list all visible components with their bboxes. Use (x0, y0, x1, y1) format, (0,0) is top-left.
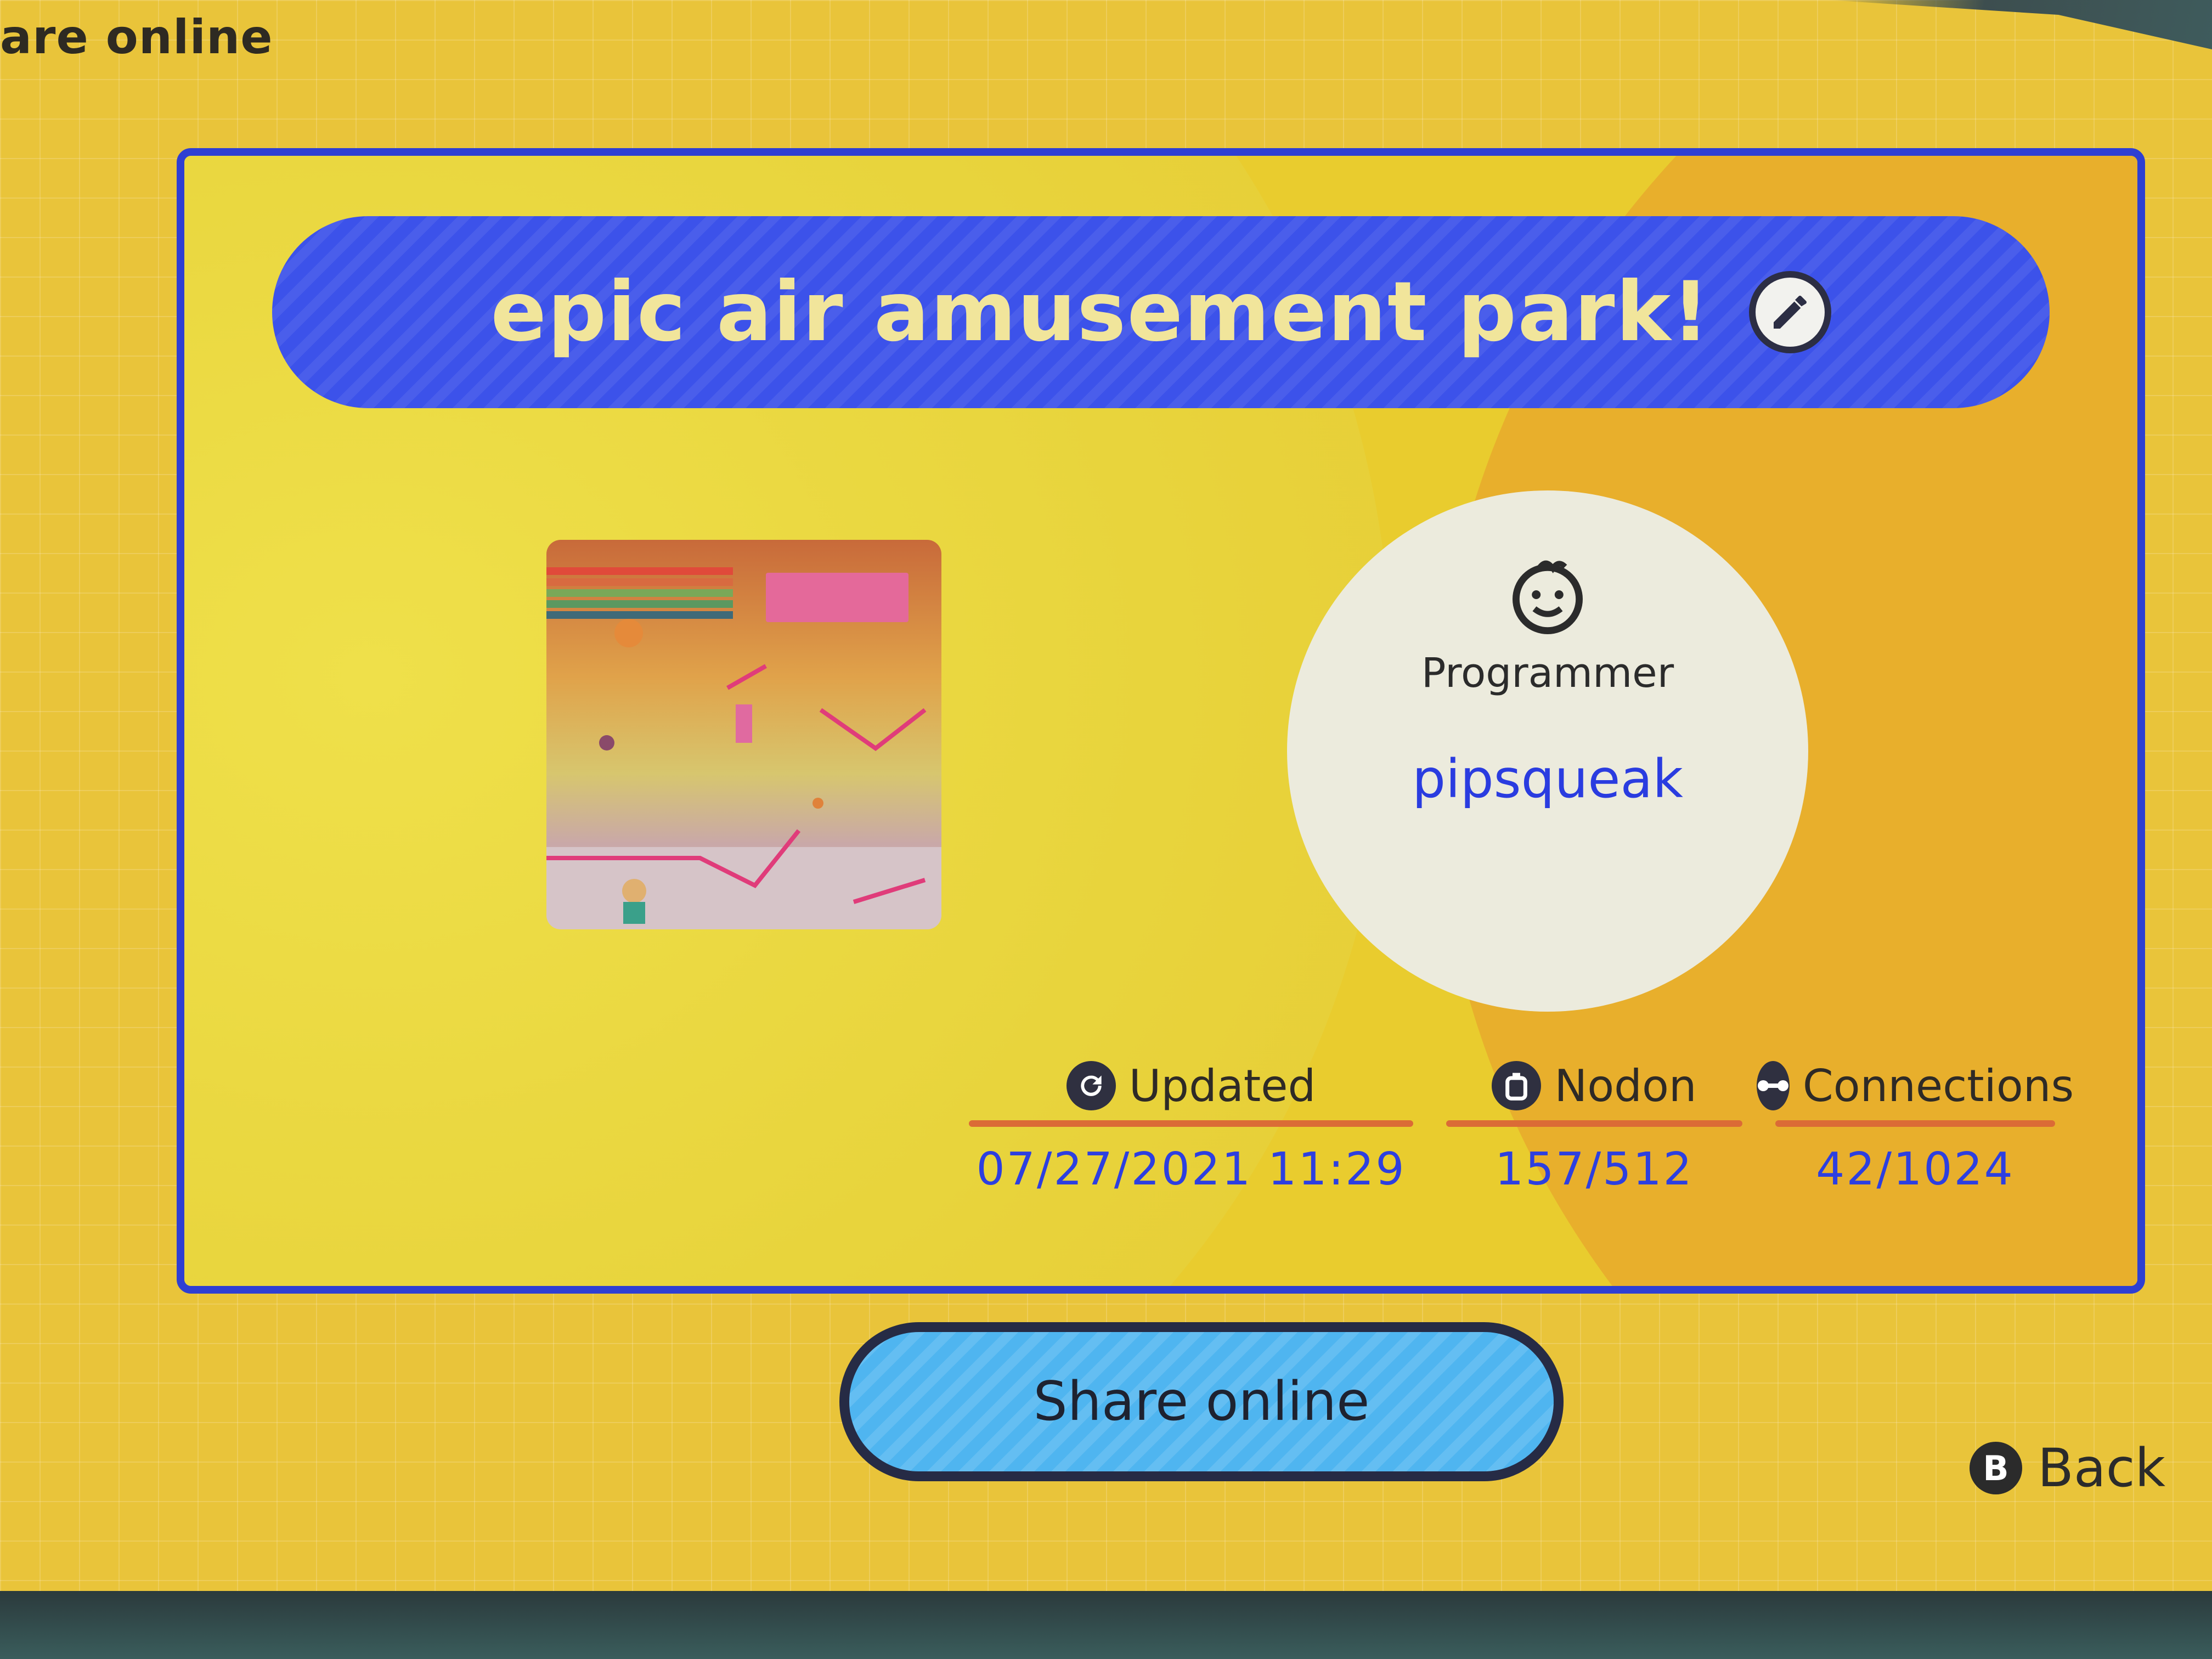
program-thumbnail (546, 540, 941, 929)
stat-connections: Connections 42/1024 (1756, 1056, 2074, 1195)
connection-icon (1756, 1061, 1790, 1110)
back-button[interactable]: B Back (1970, 1437, 2165, 1499)
stat-value: 07/27/2021 11:29 (976, 1143, 1406, 1195)
thumbnail-scene (546, 619, 927, 924)
share-online-button[interactable]: Share online (839, 1322, 1564, 1481)
back-label: Back (2038, 1437, 2166, 1499)
stat-updated: Updated 07/27/2021 11:29 (969, 1056, 1413, 1195)
nodon-icon (1492, 1061, 1542, 1110)
stat-divider (1446, 1120, 1742, 1127)
pencil-icon (1773, 296, 1807, 329)
stat-divider (969, 1120, 1413, 1127)
page-title: are online (0, 10, 273, 65)
stat-value: 42/1024 (1816, 1143, 2015, 1195)
device-bezel-bottom (0, 1591, 2212, 1659)
b-button-icon: B (1970, 1442, 2022, 1494)
stat-label: Updated (1128, 1060, 1316, 1111)
device-bezel (1828, 0, 2212, 49)
stat-label: Nodon (1554, 1060, 1697, 1111)
screen: are online epic air amusement park! Prog… (0, 0, 2212, 1591)
share-online-label: Share online (1033, 1370, 1370, 1433)
stat-label: Connections (1802, 1060, 2074, 1111)
programmer-face-icon (1513, 560, 1583, 634)
edit-title-button[interactable] (1748, 271, 1831, 353)
program-title-bar[interactable]: epic air amusement park! (272, 216, 2050, 408)
programmer-card: Programmer pipsqueak (1287, 490, 1808, 1012)
stat-nodon: Nodon 157/512 (1446, 1056, 1742, 1195)
refresh-icon (1066, 1061, 1116, 1110)
programmer-name: pipsqueak (1412, 748, 1683, 810)
program-info-panel: epic air amusement park! Programmer pips… (177, 148, 2145, 1294)
programmer-label: Programmer (1421, 650, 1674, 697)
stat-value: 157/512 (1495, 1143, 1694, 1195)
program-title: epic air amusement park! (490, 264, 1711, 360)
stat-divider (1775, 1120, 2055, 1127)
